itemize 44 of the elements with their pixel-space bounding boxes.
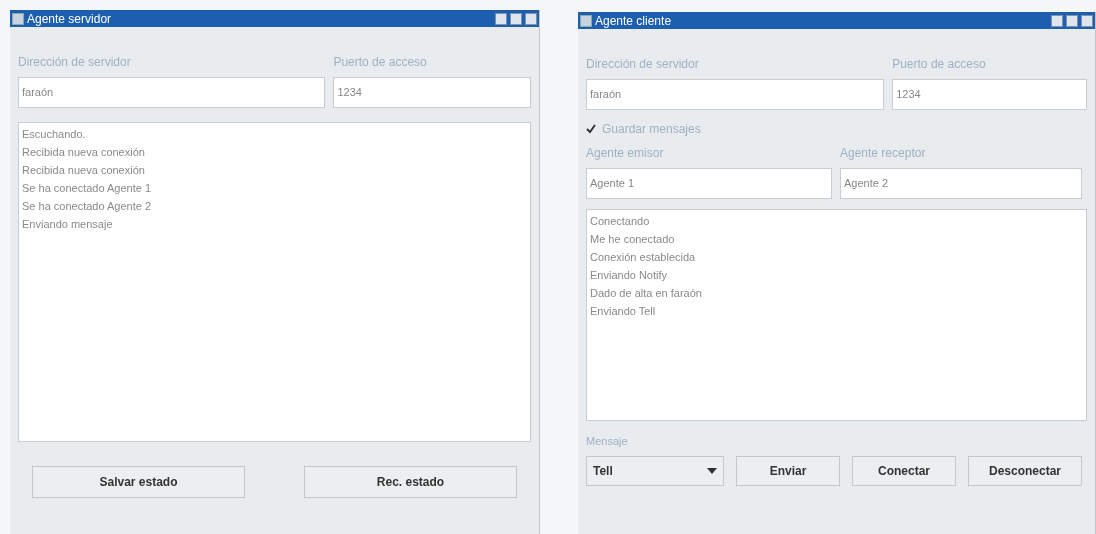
text-field[interactable]: 1234	[333, 77, 531, 108]
action-button[interactable]: Conectar	[852, 455, 956, 486]
log-line: Recibida nueva conexión	[22, 163, 146, 178]
minimize-button[interactable]	[495, 12, 507, 25]
checkbox-label: Guardar mensajes	[602, 121, 701, 138]
log-line: Se ha conectado Agente 2	[22, 199, 153, 214]
field-label: Dirección de servidor	[586, 56, 700, 73]
text-field[interactable]: Agente 2	[840, 168, 1082, 199]
action-button[interactable]: Rec. estado	[304, 466, 517, 498]
log-line: Enviando Notify	[590, 268, 669, 283]
text-field[interactable]: Agente 1	[586, 168, 832, 199]
log-line: Dado de alta en faraón	[590, 286, 703, 301]
maximize-button[interactable]	[510, 12, 522, 25]
checkbox[interactable]	[586, 124, 596, 134]
text-field[interactable]: 1234	[892, 79, 1087, 110]
minimize-button[interactable]	[1051, 14, 1063, 27]
field-label: Agente emisor	[586, 145, 665, 162]
caret-icon	[707, 467, 717, 474]
log-line: Conectando	[590, 214, 651, 229]
log-line: Me he conectado	[590, 232, 676, 247]
app-icon	[12, 12, 24, 25]
log-line: Recibida nueva conexión	[22, 145, 146, 160]
window-title: Agente cliente	[595, 14, 672, 27]
log-line: Escuchando.	[22, 127, 87, 142]
close-button[interactable]	[525, 12, 537, 25]
dropdown[interactable]: Tell	[586, 455, 724, 486]
close-button[interactable]	[1081, 14, 1093, 27]
field-label: Puerto de acceso	[333, 54, 428, 71]
text-field[interactable]: faraón	[586, 79, 885, 110]
log-line: Conexión establecida	[590, 250, 697, 265]
log-line: Enviando Tell	[590, 304, 657, 319]
log-line: Se ha conectado Agente 1	[22, 181, 153, 196]
window-title: Agente servidor	[27, 12, 112, 25]
log-line: Enviando mensaje	[22, 217, 114, 232]
maximize-button[interactable]	[1066, 14, 1078, 27]
text-field[interactable]: faraón	[18, 77, 326, 108]
app-icon	[580, 14, 592, 27]
action-button[interactable]: Desconectar	[968, 455, 1082, 486]
field-label: Puerto de acceso	[892, 56, 987, 73]
field-label: Dirección de servidor	[18, 54, 132, 71]
action-button[interactable]: Enviar	[736, 455, 840, 486]
action-button[interactable]: Salvar estado	[32, 466, 245, 498]
field-label: Agente receptor	[840, 145, 927, 162]
field-label: Mensaje	[586, 434, 629, 449]
